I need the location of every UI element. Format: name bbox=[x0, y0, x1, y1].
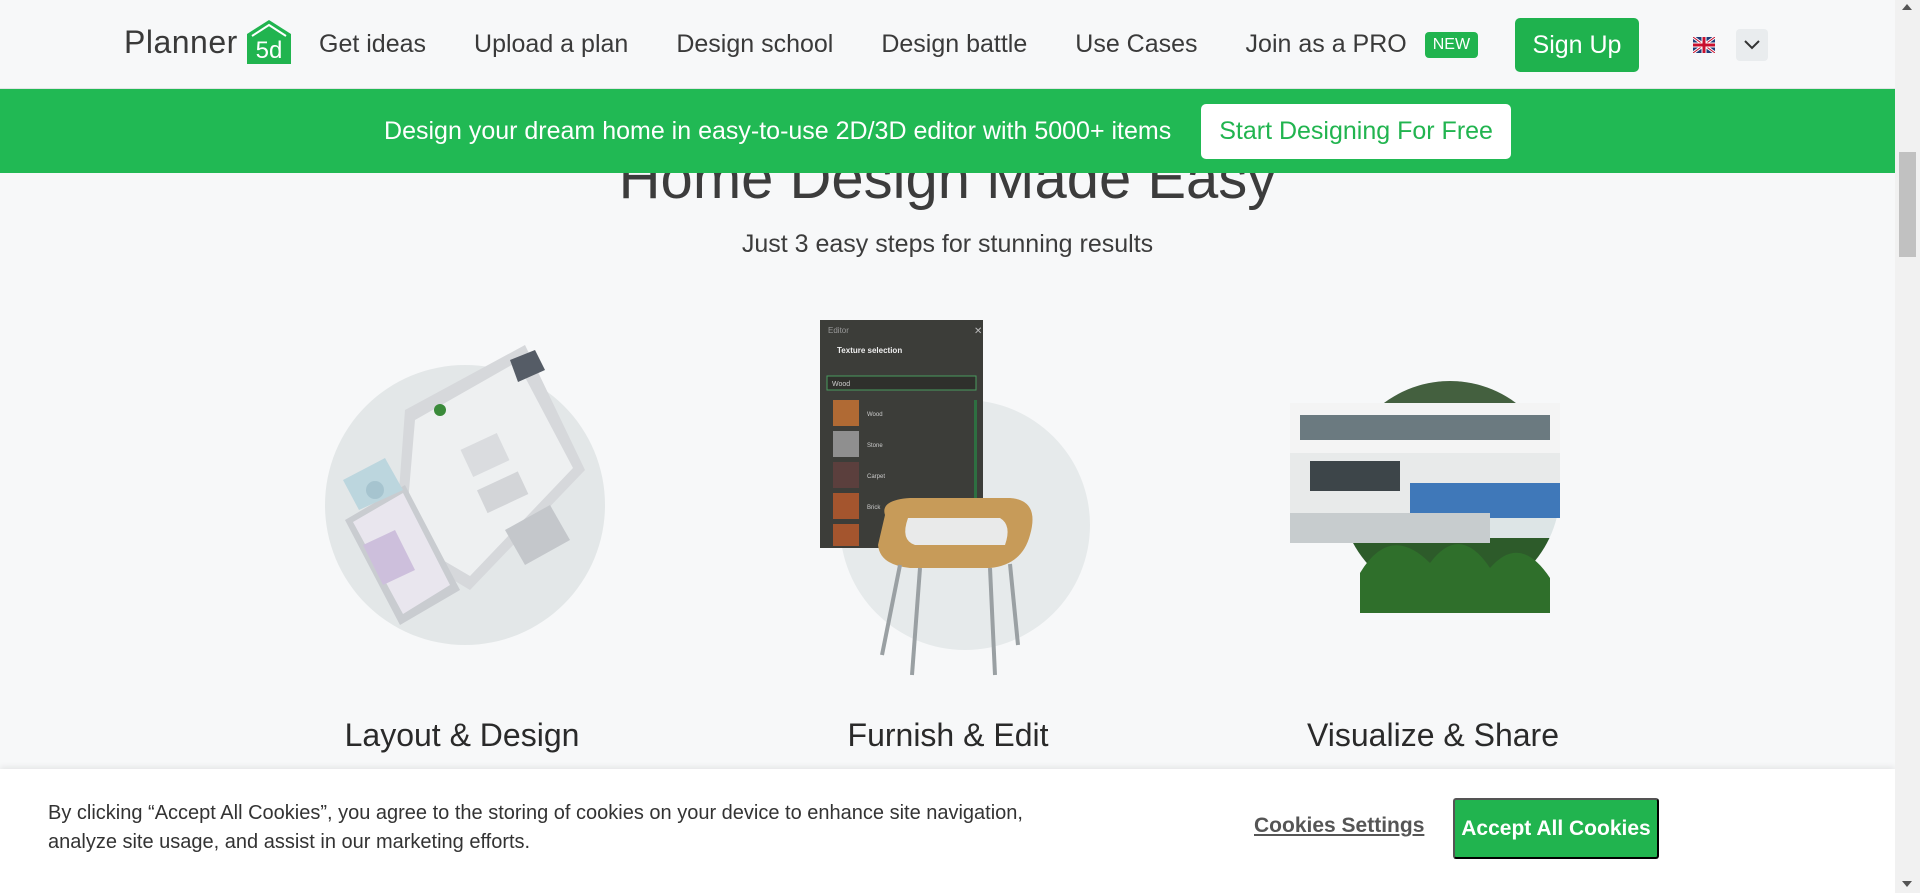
nav-use-cases[interactable]: Use Cases bbox=[1075, 30, 1197, 59]
svg-text:Editor: Editor bbox=[828, 326, 849, 335]
nav-join-pro-label[interactable]: Join as a PRO bbox=[1246, 30, 1407, 59]
svg-text:✕: ✕ bbox=[974, 326, 982, 337]
sign-up-button[interactable]: Sign Up bbox=[1515, 18, 1639, 72]
accept-all-cookies-button[interactable]: Accept All Cookies bbox=[1453, 798, 1659, 859]
logo-house-icon: 5d bbox=[244, 18, 294, 66]
nav-join-pro[interactable]: Join as a PRO NEW bbox=[1246, 30, 1479, 59]
nav-design-school[interactable]: Design school bbox=[676, 30, 833, 59]
svg-text:Texture selection: Texture selection bbox=[837, 346, 902, 355]
page-scrollbar[interactable] bbox=[1895, 0, 1920, 893]
layout-design-image bbox=[255, 290, 675, 710]
logo-text: Planner bbox=[124, 23, 238, 60]
nav-design-battle[interactable]: Design battle bbox=[881, 30, 1027, 59]
new-badge: NEW bbox=[1424, 31, 1479, 58]
svg-text:Wood: Wood bbox=[832, 381, 850, 388]
cookie-banner: By clicking “Accept All Cookies”, you ag… bbox=[0, 769, 1895, 893]
step-title-visualize: Visualize & Share bbox=[1307, 717, 1559, 753]
main-nav: Get ideas Upload a plan Design school De… bbox=[319, 0, 1479, 89]
logo-badge-text: 5d bbox=[255, 37, 282, 64]
uk-flag-icon[interactable] bbox=[1692, 35, 1716, 55]
nav-upload-plan[interactable]: Upload a plan bbox=[474, 30, 628, 59]
scroll-thumb[interactable] bbox=[1899, 152, 1916, 257]
step-title-furnish: Furnish & Edit bbox=[847, 717, 1049, 753]
start-designing-button[interactable]: Start Designing For Free bbox=[1201, 103, 1511, 159]
nav-get-ideas[interactable]: Get ideas bbox=[319, 30, 426, 59]
svg-text:Brick: Brick bbox=[867, 505, 881, 511]
hero-title: Home Design Made Easy bbox=[618, 173, 1277, 211]
scroll-down-icon[interactable] bbox=[1902, 881, 1912, 887]
cookies-settings-link[interactable]: Cookies Settings bbox=[1254, 814, 1424, 838]
svg-text:Carpet: Carpet bbox=[867, 474, 885, 480]
promo-text: Design your dream home in easy-to-use 2D… bbox=[384, 116, 1172, 145]
svg-text:Stone: Stone bbox=[867, 443, 883, 449]
hero-subtitle: Just 3 easy steps for stunning results bbox=[741, 230, 1154, 258]
scroll-up-icon[interactable] bbox=[1902, 4, 1912, 10]
svg-text:Wood: Wood bbox=[867, 412, 883, 418]
promo-bar: Design your dream home in easy-to-use 2D… bbox=[0, 89, 1895, 173]
chevron-down-icon[interactable] bbox=[1736, 29, 1768, 61]
planner5d-logo[interactable]: Planner 5d bbox=[124, 18, 294, 66]
cookie-text: By clicking “Accept All Cookies”, you ag… bbox=[48, 802, 1023, 853]
step-title-layout: Layout & Design bbox=[344, 717, 580, 753]
site-header: Planner 5d Get ideas Upload a plan Desig… bbox=[0, 0, 1895, 89]
furnish-edit-image: Editor ✕ Texture selection Wood Wood Sto… bbox=[800, 320, 1220, 740]
